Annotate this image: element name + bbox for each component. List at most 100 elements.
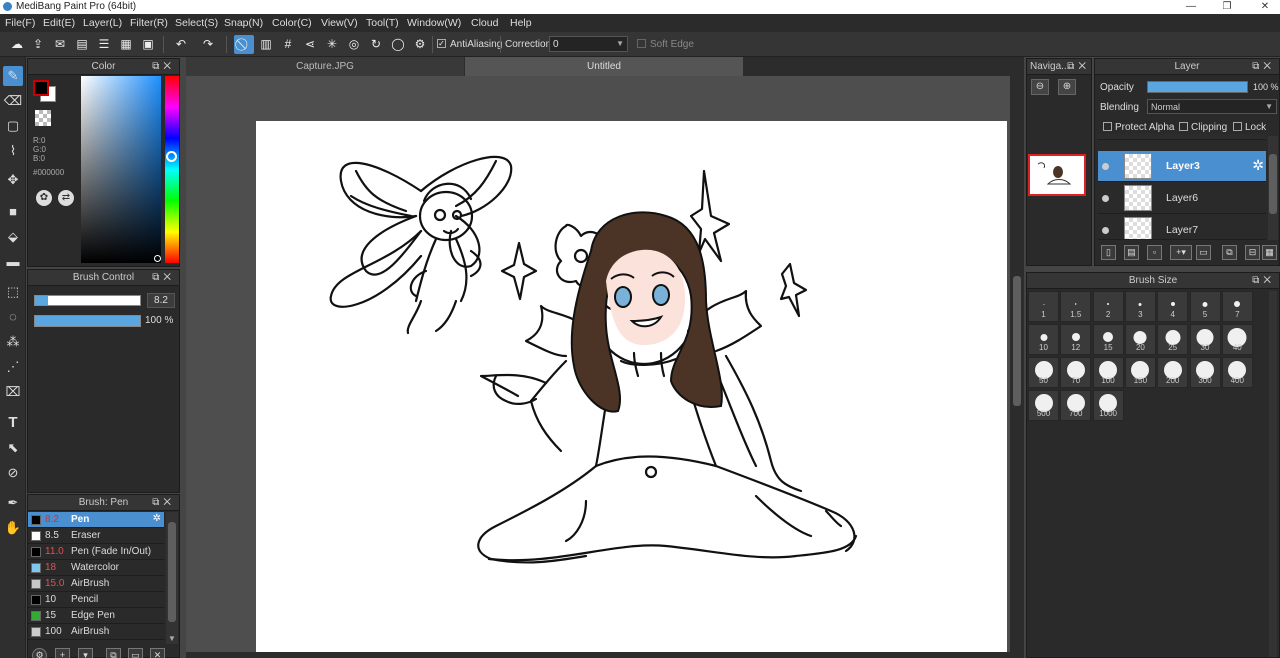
page-grid-icon[interactable]: ▦ <box>116 35 136 54</box>
upload-icon[interactable]: ⇪ <box>28 35 48 54</box>
color-picker-square[interactable] <box>81 76 161 263</box>
brush-size-option[interactable]: 1000 <box>1092 390 1124 421</box>
brush-size-option[interactable]: 7 <box>1221 291 1253 322</box>
snap-curve-icon[interactable]: ↻ <box>366 35 386 54</box>
edit-line-icon[interactable]: ⌇ <box>3 141 23 161</box>
clipping-toggle[interactable]: Clipping <box>1179 122 1227 133</box>
brush-size-slider[interactable] <box>34 295 141 306</box>
canvas-horizontal-scrollbar[interactable] <box>186 652 1010 658</box>
layer-opacity-slider[interactable] <box>1147 81 1248 93</box>
snap-radial-icon[interactable]: ✳ <box>322 35 342 54</box>
brush-size-scrollbar[interactable] <box>1269 291 1277 657</box>
brush-size-option[interactable]: 1 <box>1028 291 1059 322</box>
brush-size-option[interactable]: 5 <box>1189 291 1221 322</box>
brush-options-icon[interactable]: ▾ <box>78 648 93 658</box>
brush-size-option[interactable]: 30 <box>1189 324 1221 355</box>
eye-icon[interactable] <box>1102 195 1109 202</box>
zoom-out-icon[interactable]: ⊖ <box>1031 79 1049 95</box>
delete-brush-icon[interactable]: ✕ <box>150 648 165 658</box>
brush-size-option[interactable]: 70 <box>1060 357 1092 388</box>
new-layer-icon[interactable]: ▯ <box>1101 245 1116 260</box>
layer-list-scroll-thumb[interactable] <box>1269 154 1277 214</box>
transparent-color-swatch[interactable] <box>35 110 51 126</box>
undo-icon[interactable]: ↶ <box>171 35 191 54</box>
menu-select[interactable]: Select(S) <box>175 17 218 29</box>
snap-circle-icon[interactable]: ◎ <box>344 35 364 54</box>
menu-window[interactable]: Window(W) <box>407 17 461 29</box>
brush-size-option[interactable]: 700 <box>1060 390 1092 421</box>
gear-icon[interactable]: ✲ <box>1252 157 1264 174</box>
brush-size-option[interactable]: 400 <box>1221 357 1253 388</box>
redo-icon[interactable]: ↷ <box>198 35 218 54</box>
protect-alpha-checkbox[interactable] <box>1103 122 1112 131</box>
brush-item[interactable]: 15 Edge Pen <box>28 608 164 624</box>
menu-file[interactable]: File(F) <box>5 17 35 29</box>
panel-buttons-icon[interactable]: ⧉✕ <box>152 59 175 75</box>
move-tool-icon[interactable]: ✥ <box>3 170 23 190</box>
brush-item[interactable]: 18 Watercolor <box>28 560 164 576</box>
snap-settings-icon[interactable]: ⚙ <box>410 35 430 54</box>
snap-off-icon[interactable]: ⃠ <box>234 35 254 54</box>
eye-icon[interactable] <box>1102 163 1109 170</box>
foreground-color-swatch[interactable] <box>33 80 49 96</box>
canvas-vertical-scrollbar[interactable] <box>1010 76 1024 658</box>
hue-slider[interactable] <box>165 76 179 263</box>
menu-color[interactable]: Color(C) <box>272 17 312 29</box>
brush-size-option[interactable]: 12 <box>1060 324 1092 355</box>
snap-parallel-icon[interactable]: ▥ <box>256 35 276 54</box>
color-palette-icon[interactable]: ✿ <box>36 190 52 206</box>
brush-item[interactable]: 8.5 Eraser <box>28 528 164 544</box>
layer-settings-icon[interactable]: ▦ <box>1262 245 1277 260</box>
brush-size-option[interactable]: 2 <box>1092 291 1124 322</box>
snap-ellipse-icon[interactable]: ◯ <box>388 35 408 54</box>
correction-select[interactable]: 0 ▼ <box>549 36 628 52</box>
magic-wand-icon[interactable]: ⁂ <box>3 332 23 352</box>
brush-size-option[interactable]: 50 <box>1028 357 1059 388</box>
brush-size-option[interactable]: 10 <box>1028 324 1059 355</box>
page-list-icon[interactable]: ☰ <box>94 35 114 54</box>
tab-capture[interactable]: Capture.JPG <box>186 57 464 76</box>
copy-brush-icon[interactable]: ⧉ <box>106 648 121 658</box>
select-pen-icon[interactable]: ⋰ <box>3 357 23 377</box>
brush-size-option[interactable]: 150 <box>1124 357 1156 388</box>
soft-edge-checkbox[interactable] <box>637 39 646 48</box>
lock-toggle[interactable]: Lock <box>1233 122 1266 133</box>
menu-tool[interactable]: Tool(T) <box>366 17 399 29</box>
menu-snap[interactable]: Snap(N) <box>224 17 263 29</box>
drawing-canvas[interactable] <box>256 121 1007 658</box>
maximize-button[interactable]: ❐ <box>1212 0 1242 14</box>
folder-icon[interactable]: ▭ <box>128 648 143 658</box>
gear-icon[interactable]: ✲ <box>153 513 161 524</box>
duplicate-layer-icon[interactable]: ⧉ <box>1222 245 1237 260</box>
merge-layer-icon[interactable]: ⊟ <box>1245 245 1260 260</box>
minimize-button[interactable]: — <box>1176 0 1206 14</box>
snap-grid-icon[interactable]: # <box>278 35 298 54</box>
lasso-tool-icon[interactable]: ◌ <box>3 307 23 327</box>
antialias-checkbox[interactable]: ✓ <box>437 39 446 48</box>
brush-opacity-slider[interactable] <box>34 315 141 327</box>
select-tool-icon[interactable]: ⬚ <box>3 282 23 302</box>
bucket-tool-icon[interactable]: ⬙ <box>3 227 23 247</box>
pen-tool-icon[interactable]: ✒ <box>3 493 23 513</box>
new-page-icon[interactable]: ▤ <box>72 35 92 54</box>
brush-size-option[interactable]: 40 <box>1221 324 1253 355</box>
brush-item[interactable]: 100 AirBrush <box>28 624 164 640</box>
menu-view[interactable]: View(V) <box>321 17 358 29</box>
brush-size-option[interactable]: 20 <box>1124 324 1156 355</box>
hue-slider-handle[interactable] <box>166 151 177 162</box>
brush-size-option[interactable]: 4 <box>1157 291 1189 322</box>
lock-checkbox[interactable] <box>1233 122 1242 131</box>
text-tool-icon[interactable]: T <box>3 413 23 433</box>
new-halftone-layer-icon[interactable]: ▤ <box>1124 245 1139 260</box>
layer-row[interactable]: Layer3 ✲ <box>1098 151 1266 182</box>
zoom-in-icon[interactable]: ⊕ <box>1058 79 1076 95</box>
navigator-preview[interactable] <box>1028 154 1086 196</box>
brush-size-option[interactable]: 200 <box>1157 357 1189 388</box>
add-layer-menu-icon[interactable]: +▾ <box>1170 245 1192 260</box>
brush-item[interactable]: 8.2 Pen ✲ <box>28 512 164 528</box>
brush-list-scroll-thumb[interactable] <box>168 522 176 622</box>
gradient-tool-icon[interactable]: ▬ <box>3 252 23 272</box>
eraser-tool-icon[interactable]: ⌫ <box>3 91 23 111</box>
brush-size-option[interactable]: 3 <box>1124 291 1156 322</box>
menu-cloud[interactable]: Cloud <box>471 17 498 29</box>
